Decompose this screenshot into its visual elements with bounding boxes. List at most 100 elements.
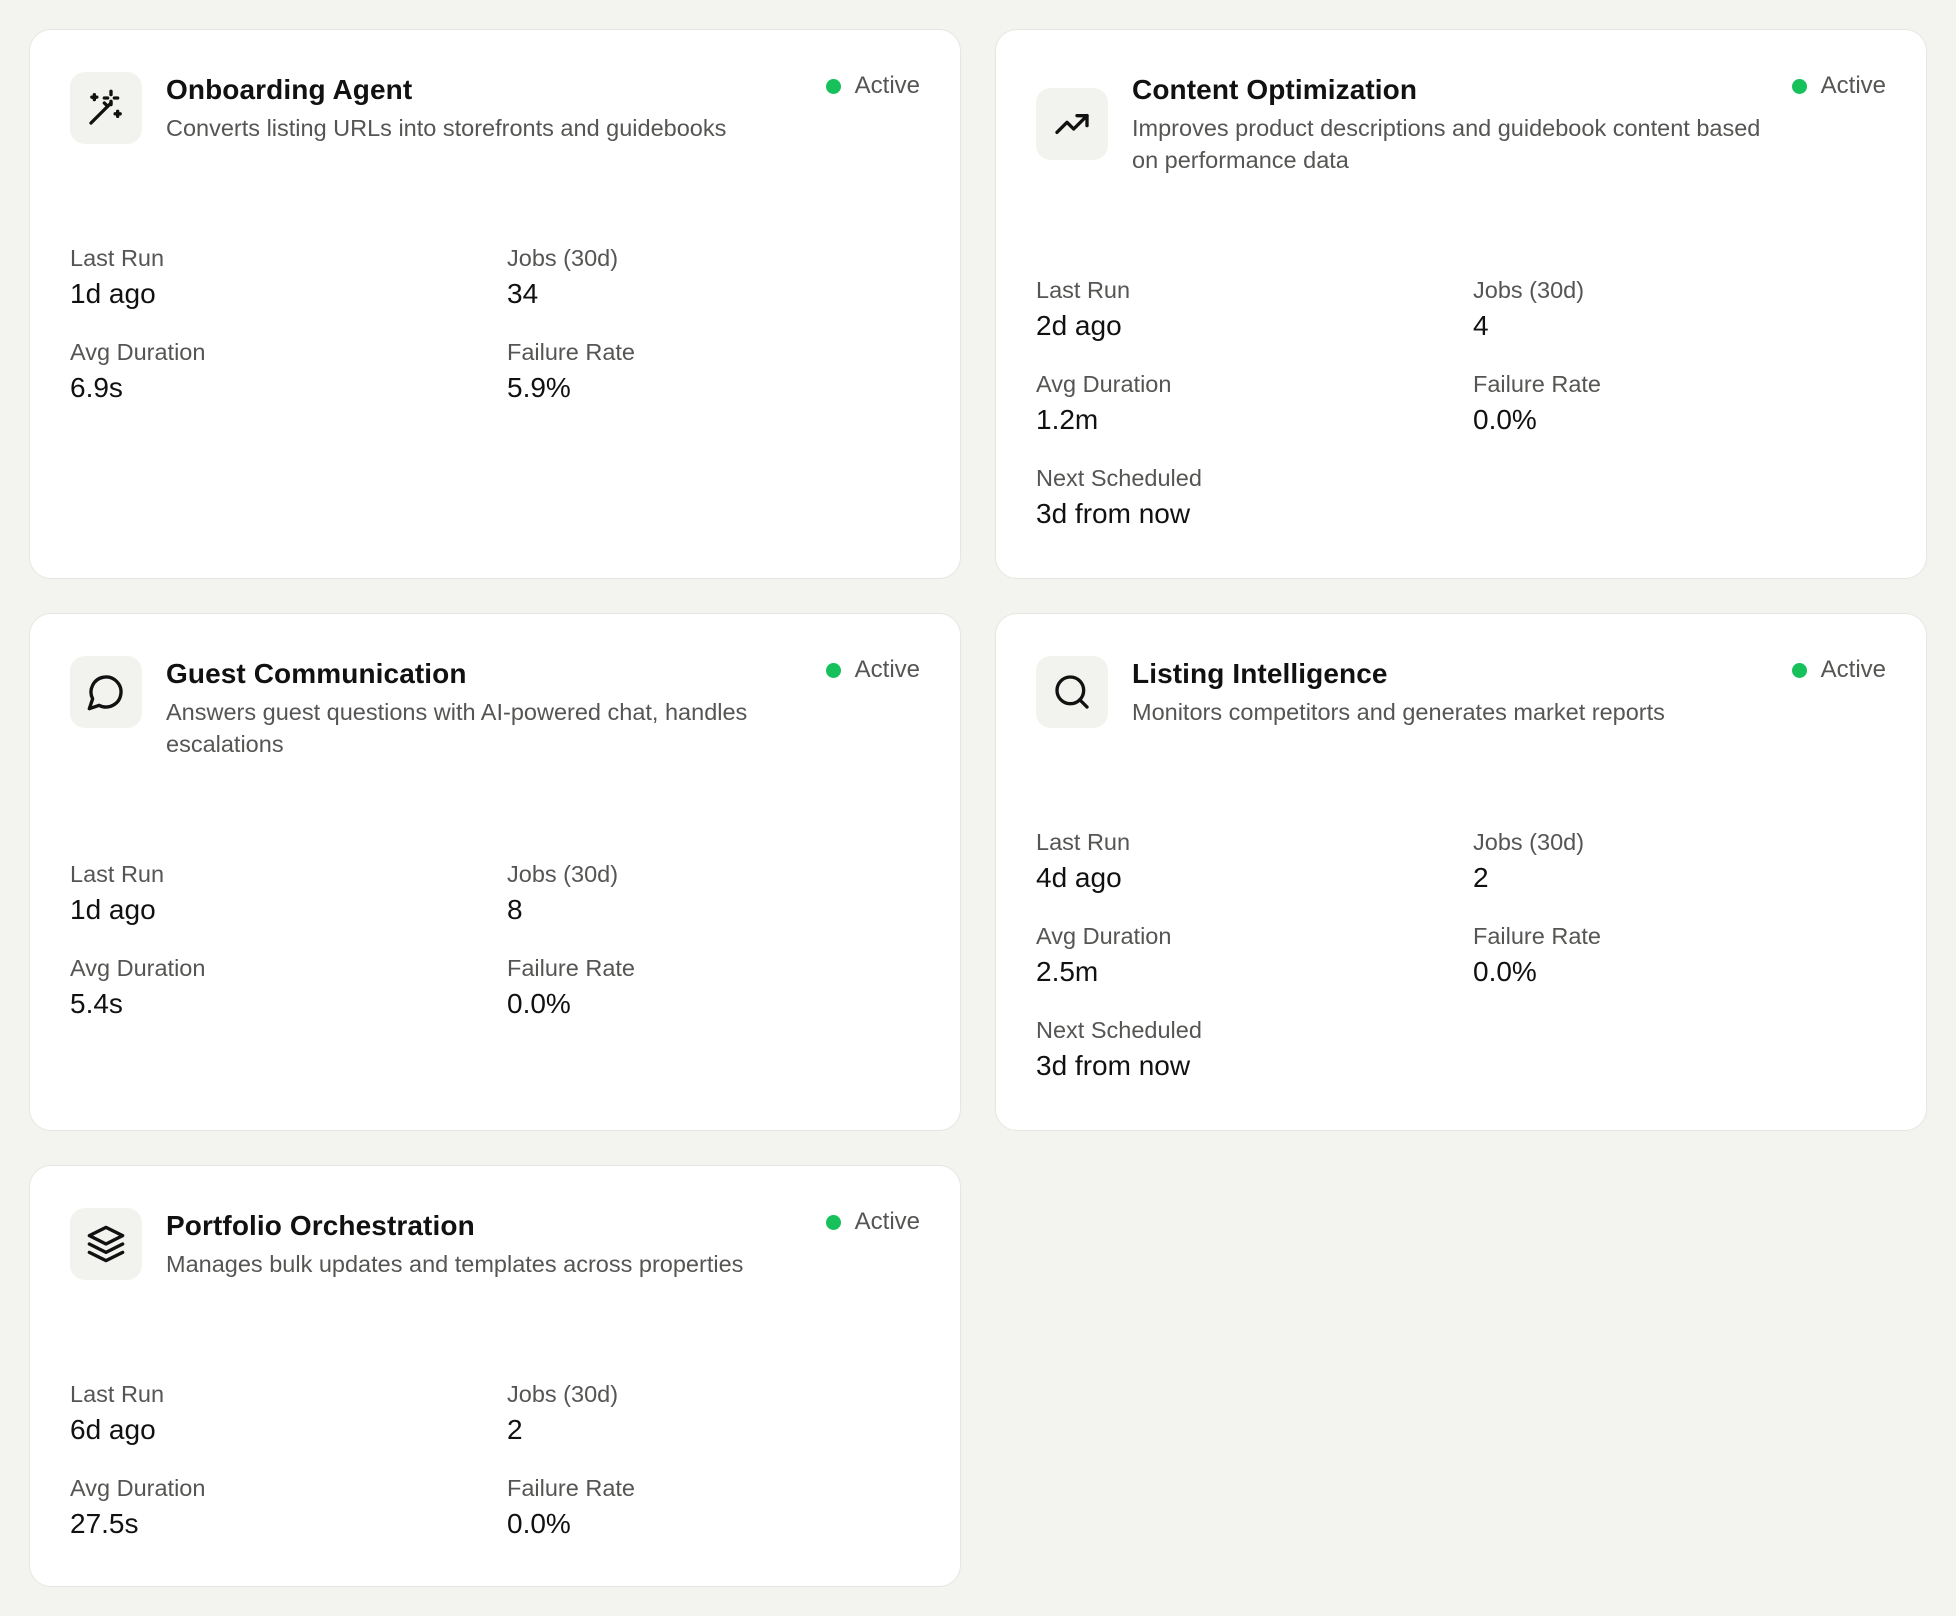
metric-label: Last Run [1036, 829, 1131, 855]
metric-label: Jobs (30d) [507, 1381, 619, 1407]
metric-label: Failure Rate [507, 339, 635, 365]
metric-next-scheduled: Next Scheduled 3d from now [1036, 1014, 1896, 1086]
metric-value: 27.5s [70, 1508, 139, 1539]
agent-card-portfolio-orchestration[interactable]: Portfolio Orchestration Manages bulk upd… [29, 1165, 961, 1587]
metric-label: Last Run [1036, 277, 1131, 303]
metric-avg-duration: Avg Duration 2.5m [1036, 920, 1473, 992]
metric-value: 0.0% [507, 988, 571, 1019]
metric-label: Avg Duration [70, 339, 206, 365]
metric-label: Next Scheduled [1036, 465, 1202, 491]
metric-avg-duration: Avg Duration 1.2m [1036, 368, 1473, 440]
metric-avg-duration: Avg Duration 5.4s [70, 952, 507, 1024]
agent-card-listing-intelligence[interactable]: Listing Intelligence Monitors competitor… [995, 613, 1927, 1131]
metric-label: Failure Rate [1473, 371, 1601, 397]
metric-failure-rate: Failure Rate 0.0% [1473, 920, 1896, 992]
agent-card-guest-communication[interactable]: Guest Communication Answers guest questi… [29, 613, 961, 1131]
agent-title: Listing Intelligence [1132, 658, 1388, 689]
search-icon [1036, 656, 1108, 728]
metric-label: Avg Duration [70, 955, 206, 981]
layers-icon [70, 1208, 142, 1280]
metric-value: 3d from now [1036, 498, 1191, 529]
agent-title: Guest Communication [166, 658, 467, 689]
agent-metrics: Last Run 1d ago Jobs (30d) 8 Avg Duratio… [70, 858, 930, 1024]
status-badge: Active [825, 1208, 920, 1236]
status-dot-icon [825, 1214, 841, 1230]
status-label: Active [1820, 72, 1886, 99]
agent-description: Manages bulk updates and templates acros… [166, 1251, 744, 1277]
trending-up-icon [1036, 88, 1108, 160]
metric-last-run: Last Run 1d ago [70, 242, 507, 314]
agent-title: Portfolio Orchestration [166, 1210, 475, 1241]
agent-card-content-optimization[interactable]: Content Optimization Improves product de… [995, 29, 1927, 579]
status-badge: Active [825, 656, 920, 684]
metric-label: Failure Rate [507, 1475, 635, 1501]
status-dot-icon [1791, 78, 1807, 94]
agent-description: Converts listing URLs into storefronts a… [166, 115, 727, 141]
metric-avg-duration: Avg Duration 6.9s [70, 336, 507, 408]
metric-jobs: Jobs (30d) 4 [1473, 274, 1896, 346]
agent-title: Content Optimization [1132, 74, 1418, 105]
metric-next-scheduled: Next Scheduled 3d from now [1036, 462, 1896, 534]
metric-value: 0.0% [507, 1508, 571, 1539]
metric-label: Avg Duration [70, 1475, 206, 1501]
metric-value: 2 [507, 1414, 523, 1445]
agent-card-onboarding[interactable]: Onboarding Agent Converts listing URLs i… [29, 29, 961, 579]
metric-avg-duration: Avg Duration 27.5s [70, 1472, 507, 1544]
metric-value: 6d ago [70, 1414, 156, 1445]
metric-value: 34 [507, 278, 539, 309]
metric-value: 8 [507, 894, 523, 925]
metric-value: 5.4s [70, 988, 123, 1019]
metric-value: 3d from now [1036, 1050, 1191, 1081]
chat-bubble-icon [70, 656, 142, 728]
metric-last-run: Last Run 1d ago [70, 858, 507, 930]
metric-label: Jobs (30d) [507, 245, 619, 271]
agent-description: Improves product descriptions and guideb… [1132, 115, 1761, 173]
status-dot-icon [825, 78, 841, 94]
status-dot-icon [825, 662, 841, 678]
metric-jobs: Jobs (30d) 34 [507, 242, 930, 314]
magic-wand-icon [70, 72, 142, 144]
status-badge: Active [1791, 72, 1886, 100]
agent-title: Onboarding Agent [166, 74, 413, 105]
metric-label: Last Run [70, 245, 165, 271]
status-label: Active [1820, 656, 1886, 683]
metric-value: 1.2m [1036, 404, 1099, 435]
metric-label: Failure Rate [507, 955, 635, 981]
metric-failure-rate: Failure Rate 0.0% [1473, 368, 1896, 440]
metric-value: 4d ago [1036, 862, 1122, 893]
metric-failure-rate: Failure Rate 5.9% [507, 336, 930, 408]
status-badge: Active [1791, 656, 1886, 684]
metric-failure-rate: Failure Rate 0.0% [507, 952, 930, 1024]
status-badge: Active [825, 72, 920, 100]
metric-value: 4 [1473, 310, 1489, 341]
metric-value: 0.0% [1473, 404, 1537, 435]
metric-label: Next Scheduled [1036, 1017, 1202, 1043]
metric-value: 5.9% [507, 372, 571, 403]
metric-jobs: Jobs (30d) 8 [507, 858, 930, 930]
status-label: Active [854, 1208, 920, 1235]
agent-description: Monitors competitors and generates marke… [1132, 699, 1665, 725]
metric-label: Avg Duration [1036, 371, 1172, 397]
metric-value: 2d ago [1036, 310, 1122, 341]
agent-metrics: Last Run 1d ago Jobs (30d) 34 Avg Durati… [70, 242, 930, 408]
agent-metrics: Last Run 2d ago Jobs (30d) 4 Avg Duratio… [1036, 274, 1896, 534]
metric-value: 6.9s [70, 372, 123, 403]
metric-jobs: Jobs (30d) 2 [507, 1378, 930, 1450]
metric-value: 2.5m [1036, 956, 1099, 987]
metric-value: 1d ago [70, 278, 156, 309]
agent-description: Answers guest questions with AI-powered … [166, 699, 748, 757]
metric-value: 1d ago [70, 894, 156, 925]
metric-failure-rate: Failure Rate 0.0% [507, 1472, 930, 1544]
metric-label: Avg Duration [1036, 923, 1172, 949]
status-dot-icon [1791, 662, 1807, 678]
metric-last-run: Last Run 2d ago [1036, 274, 1473, 346]
agent-metrics: Last Run 4d ago Jobs (30d) 2 Avg Duratio… [1036, 826, 1896, 1086]
metric-last-run: Last Run 6d ago [70, 1378, 507, 1450]
status-label: Active [854, 72, 920, 99]
metric-label: Last Run [70, 861, 165, 887]
metric-last-run: Last Run 4d ago [1036, 826, 1473, 898]
agent-metrics: Last Run 6d ago Jobs (30d) 2 Avg Duratio… [70, 1378, 930, 1544]
metric-value: 2 [1473, 862, 1489, 893]
metric-label: Jobs (30d) [507, 861, 619, 887]
metric-jobs: Jobs (30d) 2 [1473, 826, 1896, 898]
